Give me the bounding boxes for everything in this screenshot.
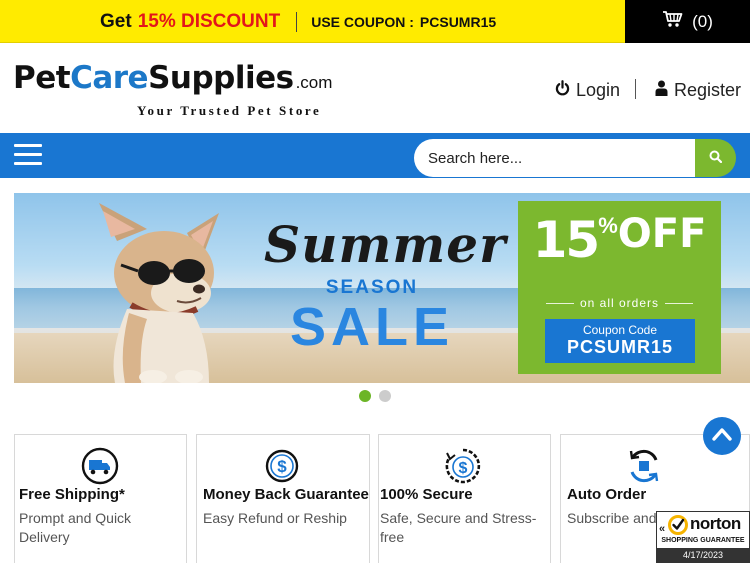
- banner-offer-sub: on all orders: [518, 296, 721, 310]
- logo-tagline: Your Trusted Pet Store: [137, 103, 322, 118]
- slider-dot-1[interactable]: [359, 390, 371, 402]
- secure-dollar-icon: $: [445, 448, 481, 484]
- back-to-top-button[interactable]: [703, 417, 741, 455]
- norton-shopping-guarantee-badge[interactable]: « norton SHOPPING GUARANTEE 4/17/2023: [656, 511, 750, 563]
- banner-offer-number: 15: [532, 211, 601, 269]
- auto-order-refresh-icon: [629, 449, 659, 483]
- banner-offer-box: 15%OFF on all orders Coupon Code PCSUMR1…: [518, 201, 721, 374]
- register-label: Register: [674, 79, 742, 100]
- feature-title: Money Back Guarantee: [203, 486, 369, 503]
- user-icon: [655, 80, 668, 101]
- svg-text:$: $: [459, 460, 468, 477]
- cart-button[interactable]: (0): [625, 0, 750, 43]
- logo-care-text: Care: [70, 60, 149, 96]
- norton-date: 4/17/2023: [657, 548, 749, 563]
- logo-pet-text: Pet: [13, 60, 71, 96]
- banner-coupon-box: Coupon Code PCSUMR15: [545, 319, 695, 363]
- chihuahua-image: [99, 203, 219, 383]
- banner-summer-text: Summer: [264, 215, 507, 274]
- logo-wordmark: PetCareSupplies .com: [13, 60, 332, 101]
- logo-supplies-text: Supplies: [148, 60, 294, 96]
- logo-com-text: .com: [295, 73, 333, 92]
- cart-count: (0): [692, 11, 713, 31]
- banner-coupon-code: PCSUMR15: [566, 337, 674, 357]
- hamburger-menu-icon[interactable]: [14, 144, 42, 166]
- feature-title: Free Shipping*: [19, 486, 125, 503]
- search-button[interactable]: [695, 139, 736, 177]
- login-label: Login: [576, 79, 621, 100]
- feature-desc: Easy Refund or Reship: [203, 510, 347, 526]
- dollar-coin-icon: $: [265, 449, 299, 483]
- search-input[interactable]: [414, 139, 695, 177]
- feature-title: Auto Order: [567, 486, 647, 503]
- power-icon: [555, 79, 570, 101]
- svg-text:$: $: [277, 457, 287, 476]
- norton-sub: SHOPPING GUARANTEE: [661, 537, 745, 544]
- promo-divider: [296, 11, 298, 32]
- chevron-up-icon: [712, 427, 732, 446]
- banner-coupon-label: Coupon Code: [582, 323, 658, 337]
- feature-card-shipping: Free Shipping* Prompt and Quick Delivery: [14, 434, 187, 563]
- banner-sale-text: SALE: [289, 297, 455, 357]
- slider-dot-2[interactable]: [379, 390, 391, 402]
- norton-check-icon: [668, 515, 688, 535]
- site-logo[interactable]: PetCareSupplies .com Your Trusted Pet Sto…: [13, 60, 332, 119]
- promo-text: Get 15% DISCOUNT USE COUPON : PCSUMR15: [100, 0, 496, 43]
- banner-offer-headline: 15%OFF: [518, 211, 721, 269]
- hero-banner[interactable]: Summer SEASON SALE 15%OFF on all orders …: [14, 193, 750, 383]
- auth-divider: [635, 79, 636, 99]
- delivery-truck-icon: [81, 447, 119, 485]
- banner-offer-percent: %: [598, 213, 618, 238]
- feature-card-secure: $ 100% Secure Safe, Secure and Stress-fr…: [378, 434, 551, 563]
- cart-icon: [662, 10, 684, 33]
- search-icon: [709, 150, 723, 166]
- register-link[interactable]: Register: [655, 78, 741, 102]
- search-bar: [414, 139, 736, 177]
- norton-expand-icon: «: [659, 523, 666, 535]
- feature-desc: Safe, Secure and Stress-free: [380, 510, 537, 545]
- banner-offer-off: OFF: [617, 211, 707, 257]
- login-link[interactable]: Login: [555, 78, 620, 102]
- norton-name: norton: [690, 514, 741, 533]
- feature-desc: Prompt and Quick Delivery: [19, 510, 132, 545]
- promo-discount-text: 15% DISCOUNT: [137, 10, 281, 32]
- promo-coupon-code: PCSUMR15: [419, 13, 497, 30]
- feature-title: 100% Secure: [380, 486, 473, 503]
- feature-card-money-back: $ Money Back Guarantee Easy Refund or Re…: [196, 434, 370, 563]
- promo-get-text: Get: [100, 10, 132, 32]
- promo-coupon-label: USE COUPON :: [311, 13, 414, 30]
